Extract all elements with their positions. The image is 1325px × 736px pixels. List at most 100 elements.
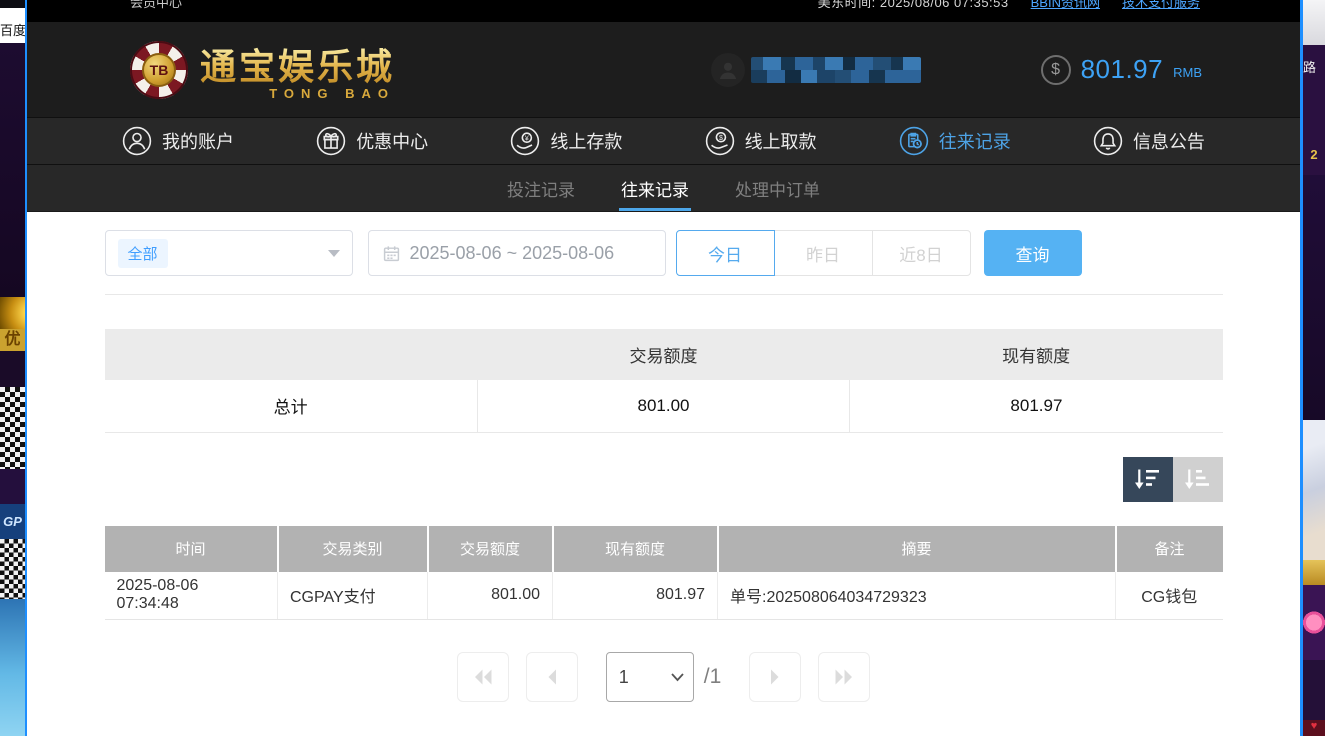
bg-light-strip bbox=[1303, 0, 1325, 45]
header-time: 时间 bbox=[105, 526, 278, 572]
double-left-arrow-icon bbox=[470, 664, 496, 690]
header-type: 交易类别 bbox=[278, 526, 428, 572]
header-summary: 摘要 bbox=[718, 526, 1116, 572]
window-border-left bbox=[25, 0, 27, 736]
nav-announcements[interactable]: 信息公告 bbox=[1093, 126, 1205, 156]
bg-purple-strip bbox=[1303, 660, 1325, 720]
gold-strip-graphic bbox=[1303, 560, 1325, 585]
cell-summary: 单号:202508064034729323 bbox=[718, 572, 1116, 620]
total-balance: 801.97 bbox=[850, 380, 1223, 432]
site-header: TB 通宝娱乐城 TONG BAO $ 801.97 RMB bbox=[27, 22, 1300, 117]
gp-label: GP bbox=[0, 504, 25, 539]
calendar-icon bbox=[383, 245, 400, 262]
last-8-days-button[interactable]: 近8日 bbox=[872, 230, 971, 276]
summary-header-row: 交易额度 现有额度 bbox=[105, 329, 1223, 380]
total-pages-label: /1 bbox=[704, 665, 722, 689]
record-subtabs: 投注记录 往来记录 处理中订单 bbox=[27, 165, 1300, 212]
selected-type-tag: 全部 bbox=[118, 239, 168, 268]
dollar-circle-icon: $ bbox=[1041, 55, 1071, 85]
header-current-balance: 现有额度 bbox=[553, 526, 718, 572]
nav-my-account[interactable]: 我的账户 bbox=[122, 126, 234, 156]
type-select[interactable]: 全部 bbox=[105, 230, 353, 276]
nav-transaction-records[interactable]: 往来记录 bbox=[899, 126, 1011, 156]
top-info-bar: 会员中心 美东时间: 2025/08/06 07:35:53 BBIN资讯网 技… bbox=[27, 0, 1300, 22]
svg-text:$: $ bbox=[719, 135, 723, 142]
bg-dark-corner bbox=[0, 0, 25, 8]
gift-icon bbox=[316, 126, 346, 156]
user-avatar-icon bbox=[711, 53, 745, 87]
nav-deposit[interactable]: ¥ 线上存款 bbox=[510, 126, 622, 156]
summary-total-row: 总计 801.00 801.97 bbox=[105, 380, 1223, 432]
records-icon bbox=[899, 126, 929, 156]
tab-pending-orders[interactable]: 处理中订单 bbox=[733, 165, 822, 211]
sort-ascending-button[interactable] bbox=[1173, 457, 1223, 502]
tab-betting-records[interactable]: 投注记录 bbox=[505, 165, 577, 211]
records-header-row: 时间 交易类别 交易额度 现有额度 摘要 备注 bbox=[105, 526, 1223, 572]
tech-support-link[interactable]: 技术支付服务 bbox=[1122, 0, 1200, 12]
gold-text-graphic: 2 bbox=[1303, 135, 1325, 175]
cell-transaction-amount: 801.00 bbox=[428, 572, 553, 620]
main-nav: 我的账户 优惠中心 ¥ 线上存款 $ 线上取款 往来记录 信息公告 bbox=[27, 117, 1300, 165]
withdraw-icon: $ bbox=[705, 126, 735, 156]
sort-controls bbox=[105, 457, 1223, 502]
window-border-right[interactable] bbox=[1300, 0, 1303, 736]
previous-page-button[interactable] bbox=[526, 652, 578, 702]
sort-descending-button[interactable] bbox=[1123, 457, 1173, 502]
nav-withdraw[interactable]: $ 线上取款 bbox=[705, 126, 817, 156]
cell-time: 2025-08-06 07:34:48 bbox=[105, 572, 278, 620]
today-button[interactable]: 今日 bbox=[676, 230, 775, 276]
next-page-button[interactable] bbox=[749, 652, 801, 702]
filter-bar: 全部 2025-08-06 ~ 2025-08-06 今日 昨日 近8日 查询 bbox=[105, 230, 1223, 295]
pagination: 1 /1 bbox=[105, 652, 1223, 702]
heart-graphic: ♥ bbox=[1303, 720, 1325, 736]
gold-coin-graphic bbox=[0, 297, 25, 329]
yesterday-button[interactable]: 昨日 bbox=[774, 230, 873, 276]
total-transaction: 801.00 bbox=[477, 380, 850, 432]
site-subtitle: TONG BAO bbox=[269, 86, 395, 101]
balance-amount: 801.97 bbox=[1081, 54, 1164, 85]
svg-text:¥: ¥ bbox=[525, 135, 529, 142]
date-range-input[interactable]: 2025-08-06 ~ 2025-08-06 bbox=[368, 230, 666, 276]
bbin-news-link[interactable]: BBIN资讯网 bbox=[1031, 0, 1100, 12]
candy-graphic bbox=[1303, 585, 1325, 660]
query-button[interactable]: 查询 bbox=[984, 230, 1082, 276]
summary-header-empty bbox=[105, 329, 478, 380]
casino-page: 会员中心 美东时间: 2025/08/06 07:35:53 BBIN资讯网 技… bbox=[27, 0, 1300, 736]
bg-purple-strip bbox=[0, 351, 25, 387]
blurred-username bbox=[751, 57, 921, 83]
bell-icon bbox=[1093, 126, 1123, 156]
last-page-button[interactable] bbox=[818, 652, 870, 702]
site-title: 通宝娱乐城 bbox=[200, 38, 395, 90]
background-page-left: 百度 优 GP bbox=[0, 0, 25, 736]
first-page-button[interactable] bbox=[457, 652, 509, 702]
total-label: 总计 bbox=[105, 380, 478, 432]
bg-purple-strip bbox=[1303, 175, 1325, 420]
tab-transaction-records[interactable]: 往来记录 bbox=[619, 165, 691, 211]
chevron-down-icon bbox=[328, 250, 340, 257]
page-select-wrap: 1 bbox=[606, 652, 694, 702]
summary-table: 交易额度 现有额度 总计 801.00 801.97 bbox=[105, 329, 1223, 433]
deposit-icon: ¥ bbox=[510, 126, 540, 156]
bg-purple-strip bbox=[0, 469, 25, 504]
double-right-arrow-icon bbox=[831, 664, 857, 690]
bg-purple-strip bbox=[0, 43, 25, 297]
page-select[interactable]: 1 bbox=[606, 652, 694, 702]
qr-code-graphic bbox=[0, 539, 25, 599]
records-table: 时间 交易类别 交易额度 现有额度 摘要 备注 2025-08-06 07:34… bbox=[105, 526, 1223, 621]
lu-label: 路 bbox=[1303, 45, 1325, 135]
right-arrow-icon bbox=[762, 664, 788, 690]
background-page-right: 路 2 ♥ bbox=[1303, 0, 1325, 736]
wallet-balance[interactable]: $ 801.97 RMB bbox=[1041, 54, 1202, 85]
cell-type: CGPAY支付 bbox=[278, 572, 428, 620]
record-row: 2025-08-06 07:34:48 CGPAY支付 801.00 801.9… bbox=[105, 572, 1223, 620]
left-arrow-icon bbox=[539, 664, 565, 690]
quick-date-group: 今日 昨日 近8日 bbox=[676, 230, 971, 276]
qr-code-graphic bbox=[0, 387, 25, 469]
nav-promotions[interactable]: 优惠中心 bbox=[316, 126, 428, 156]
cell-remark: CG钱包 bbox=[1116, 572, 1223, 620]
poker-chip-icon: TB bbox=[130, 41, 188, 99]
header-remark: 备注 bbox=[1116, 526, 1223, 572]
site-logo[interactable]: TB 通宝娱乐城 TONG BAO bbox=[130, 38, 395, 101]
account-area: $ 801.97 RMB bbox=[711, 53, 1202, 87]
member-center-label: 会员中心 bbox=[130, 0, 182, 12]
